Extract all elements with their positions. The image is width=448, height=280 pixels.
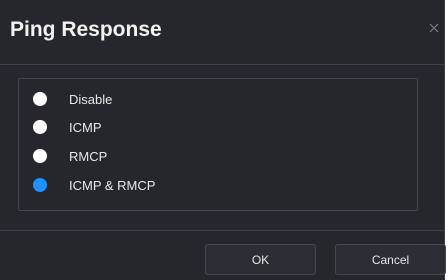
radio-button-rmcp[interactable] <box>33 149 47 163</box>
option-disable[interactable]: Disable <box>33 88 112 110</box>
ok-button[interactable]: OK <box>205 244 316 275</box>
option-label-icmp: ICMP <box>69 119 102 135</box>
footer-divider <box>0 230 444 231</box>
option-icmp[interactable]: ICMP <box>33 116 102 138</box>
option-rmcp[interactable]: RMCP <box>33 145 107 167</box>
header-divider <box>0 64 444 65</box>
dialog-header: Ping Response <box>0 0 444 64</box>
close-icon[interactable] <box>428 22 440 34</box>
radio-button-icmp[interactable] <box>33 120 47 134</box>
ping-options-group: Disable ICMP RMCP ICMP & RMCP <box>18 78 418 211</box>
radio-button-icmp-rmcp[interactable] <box>33 178 47 192</box>
cancel-button[interactable]: Cancel <box>335 244 446 275</box>
ping-response-dialog: Ping Response Disable ICMP RMCP ICMP & R… <box>0 0 446 280</box>
option-icmp-rmcp[interactable]: ICMP & RMCP <box>33 174 155 196</box>
radio-button-disable[interactable] <box>33 92 47 106</box>
option-label-icmp-rmcp: ICMP & RMCP <box>69 177 156 193</box>
option-label-disable: Disable <box>69 91 113 107</box>
dialog-title: Ping Response <box>10 18 162 41</box>
option-label-rmcp: RMCP <box>69 148 108 164</box>
